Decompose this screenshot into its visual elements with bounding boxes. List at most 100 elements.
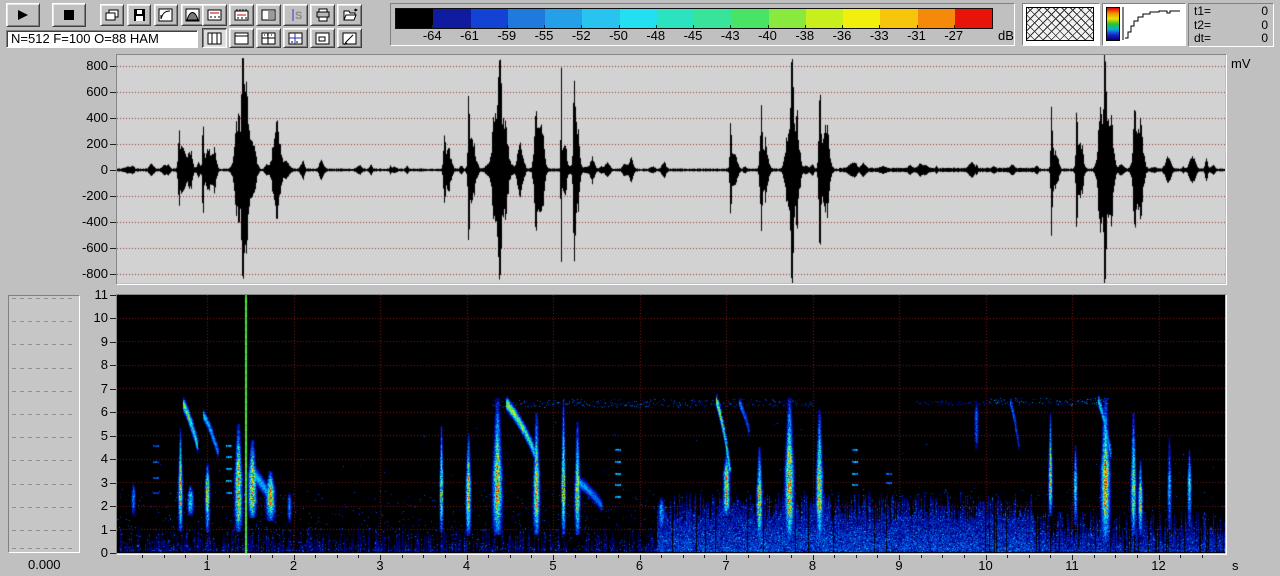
- oscillogram-canvas[interactable]: [117, 55, 1225, 283]
- colorbar-tick-label: -52: [571, 28, 591, 43]
- axis-tick-label: 7: [100, 380, 108, 396]
- spectrogram-view-button[interactable]: [229, 4, 254, 26]
- level-meter-dash: [12, 548, 76, 549]
- time-axis-tick: [315, 555, 317, 558]
- layout-grid-button[interactable]: [256, 28, 281, 48]
- stop-button[interactable]: [52, 3, 86, 27]
- dt-value: 0: [1261, 31, 1268, 45]
- layout-inner-box-button[interactable]: [310, 28, 335, 48]
- time-axis-tick: [617, 555, 619, 558]
- level-meter-dash: [12, 390, 76, 392]
- axis-tick-label: 6: [100, 404, 108, 420]
- time-axis-tick: [661, 555, 663, 558]
- level-meter-dash: [12, 483, 76, 485]
- time-axis-tick: [163, 555, 165, 558]
- colorbar-segment: [880, 9, 918, 28]
- hatch-pattern-icon: [1026, 7, 1094, 41]
- axis-tick-label: 800: [86, 58, 108, 73]
- colorbar-segment: [731, 9, 769, 28]
- time-axis-tick: [250, 555, 252, 558]
- axis-tick-label: 8: [808, 558, 817, 573]
- s-marker-icon: S: [292, 9, 302, 22]
- time-axis-tick: [1136, 555, 1138, 558]
- svg-text:S: S: [295, 10, 302, 22]
- axis-tick-label: 400: [86, 110, 108, 125]
- colorbar-tick-label: -59: [497, 28, 517, 43]
- cursor-readout-panel: t1= 0 t2= 0 dt= 0: [1188, 3, 1274, 47]
- open-button[interactable]: [337, 4, 362, 26]
- spectrum-section-button[interactable]: S: [283, 4, 308, 26]
- time-axis-tick: [1115, 555, 1117, 558]
- axis-tick-label: 3: [100, 474, 108, 490]
- play-button[interactable]: [6, 3, 40, 27]
- time-axis-tick: [358, 555, 360, 558]
- axis-tick-label: -200: [81, 188, 108, 203]
- time-axis-tick: [185, 555, 187, 558]
- app-window: S N=512 F=100 O=88 HAM -64-61 -59 -55 -5…: [0, 0, 1280, 576]
- axis-tick-label: 9: [100, 333, 108, 349]
- small-window-icon: [315, 32, 329, 44]
- colorbar-tick: [469, 25, 471, 28]
- layout-edit-button[interactable]: [337, 28, 362, 48]
- colorbar-segment: [545, 9, 583, 28]
- time-axis-tick: [855, 555, 857, 558]
- colorbar-tick-label: -31: [907, 28, 926, 43]
- time-unit-label: s: [1232, 558, 1239, 573]
- transfer-function-box[interactable]: [1102, 3, 1186, 46]
- axis-tick-label: 0: [100, 162, 108, 177]
- time-axis-tick: [444, 555, 446, 558]
- palette-dither-button[interactable]: [256, 4, 281, 26]
- colorbar-tick: [506, 25, 508, 28]
- colorbar-tick: [730, 25, 732, 28]
- crosshair-grid-icon: [288, 32, 302, 44]
- colorbar-segment: [917, 9, 955, 28]
- save-button[interactable]: [127, 4, 151, 26]
- hatch-pattern-box[interactable]: [1022, 3, 1100, 46]
- axis-tick-label: 200: [86, 136, 108, 151]
- copy-window-button[interactable]: [100, 4, 124, 26]
- axis-tick-label: 0: [100, 545, 108, 560]
- axis-tick-label: 9: [895, 558, 903, 573]
- grid-ticks-icon: [261, 32, 275, 44]
- time-axis-tick: [1093, 555, 1095, 558]
- colorbar-tick: [432, 25, 434, 28]
- axis-tick-label: -800: [81, 266, 108, 281]
- print-button[interactable]: [310, 4, 335, 26]
- colorbar-tick: [655, 25, 657, 28]
- dt-label: dt=: [1194, 31, 1212, 45]
- colorbar-segment: [619, 9, 657, 28]
- time-axis-tick: [1028, 555, 1030, 558]
- colorbar-segment: [694, 9, 732, 28]
- colorbar-tick: [916, 25, 918, 28]
- layout-cross-button[interactable]: [283, 28, 308, 48]
- palette-gradient-icon: [1106, 7, 1120, 41]
- spectrogram-canvas[interactable]: [117, 295, 1225, 553]
- axis-tick-label: 3: [376, 558, 384, 573]
- level-meter-dash: [12, 437, 76, 439]
- oscillogram-view-button[interactable]: [202, 4, 227, 26]
- layout-split-vertical-button[interactable]: [202, 28, 227, 48]
- layout-top-strip-button[interactable]: [229, 28, 254, 48]
- level-meter-dash: [12, 414, 76, 415]
- colorbar-tick: [804, 25, 806, 28]
- colorbar-segment: [433, 9, 471, 28]
- gain-curve-button[interactable]: [154, 4, 178, 26]
- t2-label: t2=: [1194, 17, 1212, 32]
- time-readout: 0.000: [28, 557, 61, 572]
- time-axis-tick: [942, 555, 944, 558]
- colorbar-tick: [953, 25, 955, 28]
- edit-pencil-icon: [342, 32, 356, 45]
- axis-tick-label: 2: [100, 498, 108, 514]
- axis-tick-label: 8: [100, 357, 108, 373]
- colorbar-tick-label: -55: [534, 28, 554, 43]
- colorbar-tick-label: -50: [609, 28, 628, 43]
- level-meter-dash: [12, 321, 76, 323]
- axis-tick-label: 1: [203, 558, 211, 573]
- colorbar-unit: dB: [998, 28, 1014, 43]
- time-axis-tick: [704, 555, 706, 558]
- printer-icon: [316, 8, 329, 22]
- transfer-curve-icon: [1122, 7, 1180, 40]
- time-axis-tick: [401, 555, 403, 558]
- colorbar-segment: [582, 9, 620, 28]
- split-top-icon: [234, 32, 248, 44]
